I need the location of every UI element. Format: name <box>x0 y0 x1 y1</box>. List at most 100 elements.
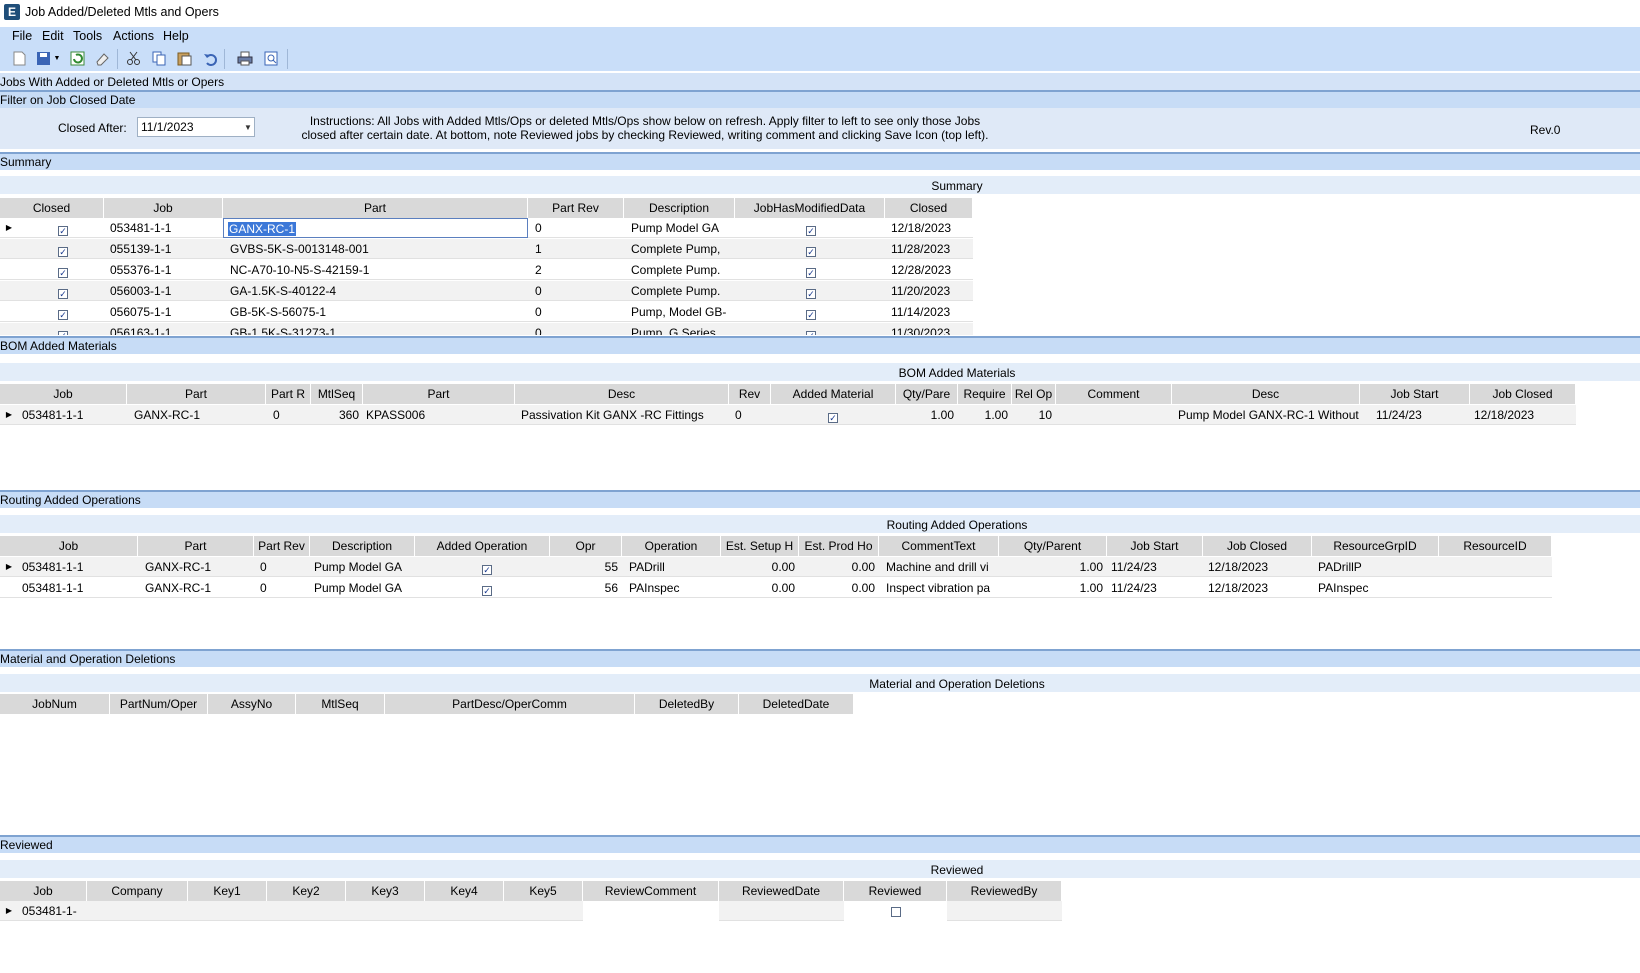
col-header-part-rev[interactable]: Part R <box>266 384 311 404</box>
col-header-job-has-modified-data[interactable]: JobHasModifiedData <box>735 198 885 218</box>
print-preview-icon[interactable] <box>263 50 280 67</box>
new-icon[interactable] <box>11 50 28 67</box>
col-header-company[interactable]: Company <box>87 881 188 901</box>
modified-checkbox[interactable]: ✓ <box>802 218 820 238</box>
added-operation-checkbox[interactable]: ✓ <box>478 557 496 577</box>
menu-help[interactable]: Help <box>163 29 189 43</box>
row-selector-icon[interactable]: ▶ <box>0 218 18 238</box>
col-header-partdesc-opercomm[interactable]: PartDesc/OperComm <box>385 694 635 714</box>
row-selector-icon[interactable]: ▶ <box>0 901 18 921</box>
modified-checkbox[interactable]: ✓ <box>802 239 820 259</box>
col-header-operation[interactable]: Operation <box>622 536 721 556</box>
col-header-review-comment[interactable]: ReviewComment <box>583 881 719 901</box>
col-header-part[interactable]: Part <box>223 198 528 218</box>
col-header-part[interactable]: Part <box>127 384 266 404</box>
col-header-job[interactable]: Job <box>104 198 223 218</box>
col-header-jobnum[interactable]: JobNum <box>0 694 110 714</box>
col-header-assyno[interactable]: AssyNo <box>208 694 296 714</box>
col-header-deleted-date[interactable]: DeletedDate <box>739 694 854 714</box>
col-header-qty-parent[interactable]: Qty/Pare <box>896 384 958 404</box>
col-header-reviewed-date[interactable]: ReviewedDate <box>719 881 844 901</box>
col-header-comment-text[interactable]: CommentText <box>879 536 999 556</box>
menu-edit[interactable]: Edit <box>42 29 64 43</box>
table-row[interactable]: ✓ 056075-1-1 GB-5K-S-56075-1 0 Pump, Mod… <box>0 302 973 322</box>
table-row[interactable]: ▶ 053481-1-1 GANX-RC-1 0 Pump Model GA ✓… <box>0 557 1552 577</box>
col-header-mtlseq[interactable]: MtlSeq <box>311 384 363 404</box>
col-header-est-setup[interactable]: Est. Setup H <box>721 536 799 556</box>
col-header-qty-parent[interactable]: Qty/Parent <box>999 536 1107 556</box>
col-header-key1[interactable]: Key1 <box>188 881 267 901</box>
modified-checkbox[interactable]: ✓ <box>802 260 820 280</box>
cut-icon[interactable] <box>125 50 142 67</box>
col-header-key2[interactable]: Key2 <box>267 881 346 901</box>
modified-checkbox[interactable]: ✓ <box>802 281 820 301</box>
col-header-job[interactable]: Job <box>0 536 138 556</box>
cell-part-editor[interactable]: GANX-RC-1 <box>223 218 528 238</box>
col-header-rev[interactable]: Rev <box>729 384 771 404</box>
table-row[interactable]: ✓ 055139-1-1 GVBS-5K-S-0013148-001 1 Com… <box>0 239 973 259</box>
col-header-closed[interactable]: Closed <box>0 198 104 218</box>
table-row[interactable]: ✓ 055376-1-1 NC-A70-10-N5-S-42159-1 2 Co… <box>0 260 973 280</box>
undo-icon[interactable] <box>202 50 219 67</box>
table-row[interactable]: ✓ 056163-1-1 GB-1.5K-S-31273-1 0 Pump, G… <box>0 323 973 335</box>
row-selector-icon[interactable]: ▶ <box>0 557 18 577</box>
paste-icon[interactable] <box>176 50 193 67</box>
added-material-checkbox[interactable]: ✓ <box>824 405 842 425</box>
col-header-job[interactable]: Job <box>0 881 87 901</box>
closed-checkbox[interactable]: ✓ <box>54 281 72 301</box>
col-header-description[interactable]: Description <box>310 536 415 556</box>
col-header-closed-date[interactable]: Closed <box>885 198 973 218</box>
refresh-icon[interactable] <box>69 50 86 67</box>
col-header-est-prod[interactable]: Est. Prod Ho <box>799 536 879 556</box>
col-header-reviewed[interactable]: Reviewed <box>844 881 947 901</box>
col-header-partnum-oper[interactable]: PartNum/Oper <box>110 694 208 714</box>
added-operation-checkbox[interactable]: ✓ <box>478 578 496 598</box>
col-header-required[interactable]: Require <box>958 384 1012 404</box>
reviewed-checkbox[interactable] <box>844 901 947 921</box>
col-header-reviewed-by[interactable]: ReviewedBy <box>947 881 1062 901</box>
col-header-job-start[interactable]: Job Start <box>1107 536 1203 556</box>
closed-checkbox[interactable]: ✓ <box>54 239 72 259</box>
save-dropdown-icon[interactable]: ▼ <box>53 50 61 67</box>
menu-file[interactable]: File <box>12 29 32 43</box>
chevron-down-icon[interactable]: ▼ <box>242 118 254 136</box>
col-header-key5[interactable]: Key5 <box>504 881 583 901</box>
col-header-comment[interactable]: Comment <box>1056 384 1172 404</box>
col-header-mtlseq[interactable]: MtlSeq <box>296 694 385 714</box>
col-header-job-desc[interactable]: Desc <box>1172 384 1360 404</box>
closed-checkbox[interactable]: ✓ <box>54 323 72 335</box>
col-header-job-closed[interactable]: Job Closed <box>1470 384 1576 404</box>
cell-part[interactable]: GANX-RC-1 <box>228 222 297 236</box>
closed-checkbox[interactable]: ✓ <box>54 260 72 280</box>
col-header-key4[interactable]: Key4 <box>425 881 504 901</box>
row-selector-icon[interactable]: ▶ <box>0 405 18 425</box>
col-header-resource-grp-id[interactable]: ResourceGrpID <box>1312 536 1439 556</box>
col-header-resource-id[interactable]: ResourceID <box>1439 536 1552 556</box>
modified-checkbox[interactable]: ✓ <box>802 323 820 335</box>
closed-checkbox[interactable]: ✓ <box>54 218 72 238</box>
col-header-job[interactable]: Job <box>0 384 127 404</box>
cell-comment[interactable] <box>1058 405 1066 425</box>
col-header-rel-op[interactable]: Rel Op <box>1012 384 1056 404</box>
clear-icon[interactable] <box>94 50 111 67</box>
col-header-added-operation[interactable]: Added Operation <box>415 536 550 556</box>
col-header-description[interactable]: Description <box>624 198 735 218</box>
copy-icon[interactable] <box>151 50 168 67</box>
menu-tools[interactable]: Tools <box>73 29 102 43</box>
table-row[interactable]: ▶ 053481-1- <box>0 901 1062 921</box>
col-header-part-rev[interactable]: Part Rev <box>528 198 624 218</box>
col-header-job-start[interactable]: Job Start <box>1360 384 1470 404</box>
col-header-deleted-by[interactable]: DeletedBy <box>635 694 739 714</box>
closed-after-input[interactable]: 11/1/2023 <box>137 117 255 137</box>
col-header-part[interactable]: Part <box>138 536 254 556</box>
col-header-opr[interactable]: Opr <box>550 536 622 556</box>
col-header-added-material[interactable]: Added Material <box>771 384 896 404</box>
modified-checkbox[interactable]: ✓ <box>802 302 820 322</box>
closed-checkbox[interactable]: ✓ <box>54 302 72 322</box>
table-row[interactable]: ✓ 056003-1-1 GA-1.5K-S-40122-4 0 Complet… <box>0 281 973 301</box>
col-header-part-rev[interactable]: Part Rev <box>254 536 310 556</box>
table-row[interactable]: ▶ 053481-1-1 GANX-RC-1 0 360 KPASS006 Pa… <box>0 405 1576 425</box>
col-header-job-closed[interactable]: Job Closed <box>1203 536 1312 556</box>
print-icon[interactable] <box>236 50 253 67</box>
table-row[interactable]: 053481-1-1 GANX-RC-1 0 Pump Model GA ✓ 5… <box>0 578 1552 598</box>
